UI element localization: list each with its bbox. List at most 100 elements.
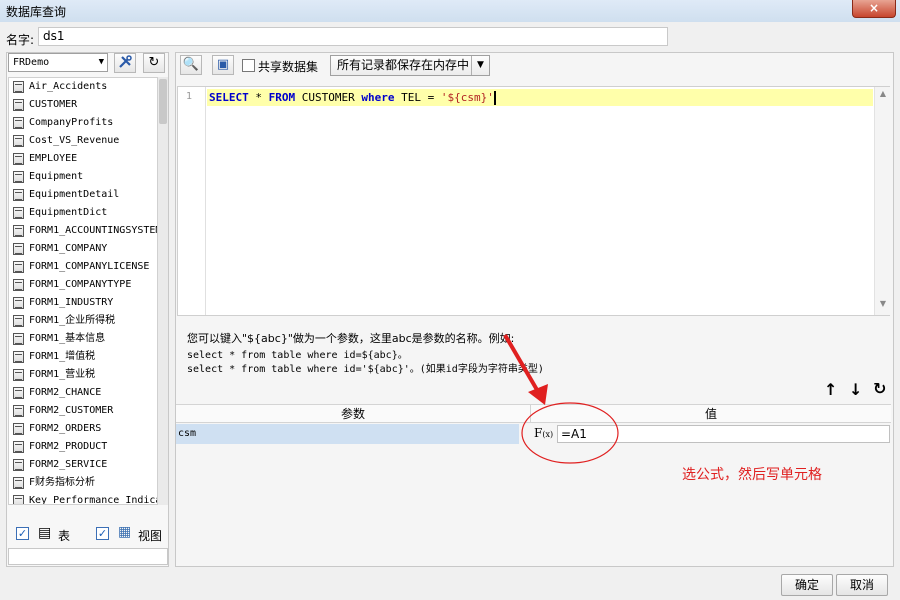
table-name: FORM1_COMPANYLICENSE	[29, 261, 150, 272]
param-value-input[interactable]: =A1	[557, 425, 890, 443]
table-name: CUSTOMER	[29, 99, 78, 110]
chevron-down-icon: ▼	[471, 56, 489, 75]
save-button[interactable]: ▣	[212, 55, 234, 75]
table-name: FORM2_PRODUCT	[29, 441, 108, 452]
move-down-button[interactable]: ↓	[849, 380, 862, 399]
table-filter-input[interactable]	[8, 548, 168, 565]
line-gutter: 1	[178, 87, 206, 315]
list-item[interactable]: FORM2_PRODUCT	[9, 438, 157, 456]
list-item[interactable]: FORM2_CHANCE	[9, 384, 157, 402]
list-item[interactable]: FORM2_SERVICE	[9, 456, 157, 474]
scrollbar-thumb[interactable]	[159, 79, 167, 124]
sql-line[interactable]: SELECT * FROM CUSTOMER where TEL = '${cs…	[207, 89, 873, 106]
table-icon	[13, 315, 24, 327]
list-item[interactable]: Air_Accidents	[9, 78, 157, 96]
refresh-params-button[interactable]: ↻	[873, 379, 886, 398]
cancel-button[interactable]: 取消	[836, 574, 888, 596]
sql-token: FROM	[268, 91, 296, 104]
refresh-tables-button[interactable]: ↻	[143, 53, 165, 73]
view-icon: ▦	[118, 524, 132, 540]
tools-icon	[117, 55, 133, 74]
table-name: FORM2_CHANCE	[29, 387, 102, 398]
table-icon	[13, 387, 24, 399]
list-item[interactable]: FORM2_ORDERS	[9, 420, 157, 438]
share-dataset-checkbox[interactable]	[242, 59, 255, 72]
list-item[interactable]: FORM1_企业所得税	[9, 312, 157, 330]
table-name: FORM1_基本信息	[29, 333, 106, 344]
list-item[interactable]: CompanyProfits	[9, 114, 157, 132]
table-row[interactable]: csm F(x) =A1	[176, 424, 891, 444]
move-up-button[interactable]: ↑	[824, 380, 837, 399]
sql-token: CUSTOMER	[295, 91, 362, 104]
name-input[interactable]: ds1	[38, 27, 668, 46]
table-name: EquipmentDict	[29, 207, 108, 218]
scroll-up-icon[interactable]: ▲	[875, 89, 891, 103]
cache-mode-value: 所有记录都保存在内存中	[337, 58, 470, 72]
sql-editor[interactable]: 1 SELECT * FROM CUSTOMER where TEL = '${…	[177, 86, 890, 316]
name-label: 名字:	[6, 33, 35, 47]
table-icon: ▤	[38, 525, 52, 541]
line-number: 1	[186, 91, 193, 102]
list-item[interactable]: Equipment	[9, 168, 157, 186]
table-icon	[13, 351, 24, 363]
list-item[interactable]: F财务指标分析	[9, 474, 157, 492]
table-name: FORM1_COMPANY	[29, 243, 108, 254]
table-icon	[13, 261, 24, 273]
chevron-down-icon: ▼	[98, 57, 104, 67]
table-list-scrollbar[interactable]	[158, 77, 168, 505]
value-column-header: 值	[704, 407, 717, 421]
text-caret	[493, 91, 496, 105]
list-item[interactable]: FORM1_COMPANYTYPE	[9, 276, 157, 294]
list-item[interactable]: EquipmentDetail	[9, 186, 157, 204]
table-name: FORM1_COMPANYTYPE	[29, 279, 132, 290]
edit-connection-button[interactable]	[114, 53, 136, 73]
table-name: FORM2_CUSTOMER	[29, 405, 114, 416]
param-name-cell[interactable]: csm	[176, 424, 519, 444]
hint-line-2: select * from table where id=${abc}。	[187, 350, 408, 361]
close-button[interactable]: ×	[852, 0, 896, 18]
param-column-header: 参数	[176, 405, 531, 423]
ok-button[interactable]: 确定	[781, 574, 833, 596]
list-item[interactable]: FORM1_INDUSTRY	[9, 294, 157, 312]
list-item[interactable]: CUSTOMER	[9, 96, 157, 114]
table-icon	[13, 297, 24, 309]
scroll-down-icon[interactable]: ▼	[875, 299, 891, 313]
list-item[interactable]: FORM2_CUSTOMER	[9, 402, 157, 420]
list-item[interactable]: FORM1_ACCOUNTINGSYSTEM	[9, 222, 157, 240]
database-select[interactable]: FRDemo ▼	[8, 53, 108, 72]
list-item[interactable]: FORM1_基本信息	[9, 330, 157, 348]
table-icon	[13, 117, 24, 129]
table-icon	[13, 441, 24, 453]
formula-icon[interactable]: F(x)	[534, 424, 556, 444]
show-views-checkbox[interactable]: ✓	[96, 527, 109, 540]
table-icon	[13, 423, 24, 435]
list-item[interactable]: FORM1_营业税	[9, 366, 157, 384]
table-list[interactable]: Air_Accidents CUSTOMER CompanyProfits Cost_…	[8, 77, 158, 505]
save-icon: ▣	[216, 57, 230, 72]
show-tables-label: 表	[58, 529, 71, 543]
sql-token: SELECT	[209, 91, 249, 104]
table-name: FORM2_SERVICE	[29, 459, 108, 470]
hint-line-1: 您可以键入"${abc}"做为一个参数，这里abc是参数的名称。例如:	[187, 332, 515, 345]
table-icon	[13, 81, 24, 93]
editor-scrollbar[interactable]: ▲ ▼	[874, 87, 890, 315]
window-title: 数据库查询	[6, 5, 67, 19]
list-item[interactable]: Cost_VS_Revenue	[9, 132, 157, 150]
cache-mode-select[interactable]: 所有记录都保存在内存中 ▼	[330, 55, 490, 76]
table-name: Equipment	[29, 171, 84, 182]
table-icon	[13, 189, 24, 201]
show-tables-checkbox[interactable]: ✓	[16, 527, 29, 540]
table-name: EMPLOYEE	[29, 153, 78, 164]
list-item[interactable]: FORM1_COMPANYLICENSE	[9, 258, 157, 276]
table-name: FORM1_INDUSTRY	[29, 297, 114, 308]
table-icon	[13, 207, 24, 219]
list-item[interactable]: Key Performance Indicators	[9, 492, 157, 504]
window-titlebar: 数据库查询 ×	[0, 0, 900, 22]
preview-button[interactable]: 🔍	[180, 55, 202, 75]
list-item[interactable]: EquipmentDict	[9, 204, 157, 222]
list-item[interactable]: EMPLOYEE	[9, 150, 157, 168]
list-item[interactable]: FORM1_增值税	[9, 348, 157, 366]
table-icon	[13, 459, 24, 471]
share-dataset-label: 共享数据集	[258, 60, 319, 74]
list-item[interactable]: FORM1_COMPANY	[9, 240, 157, 258]
